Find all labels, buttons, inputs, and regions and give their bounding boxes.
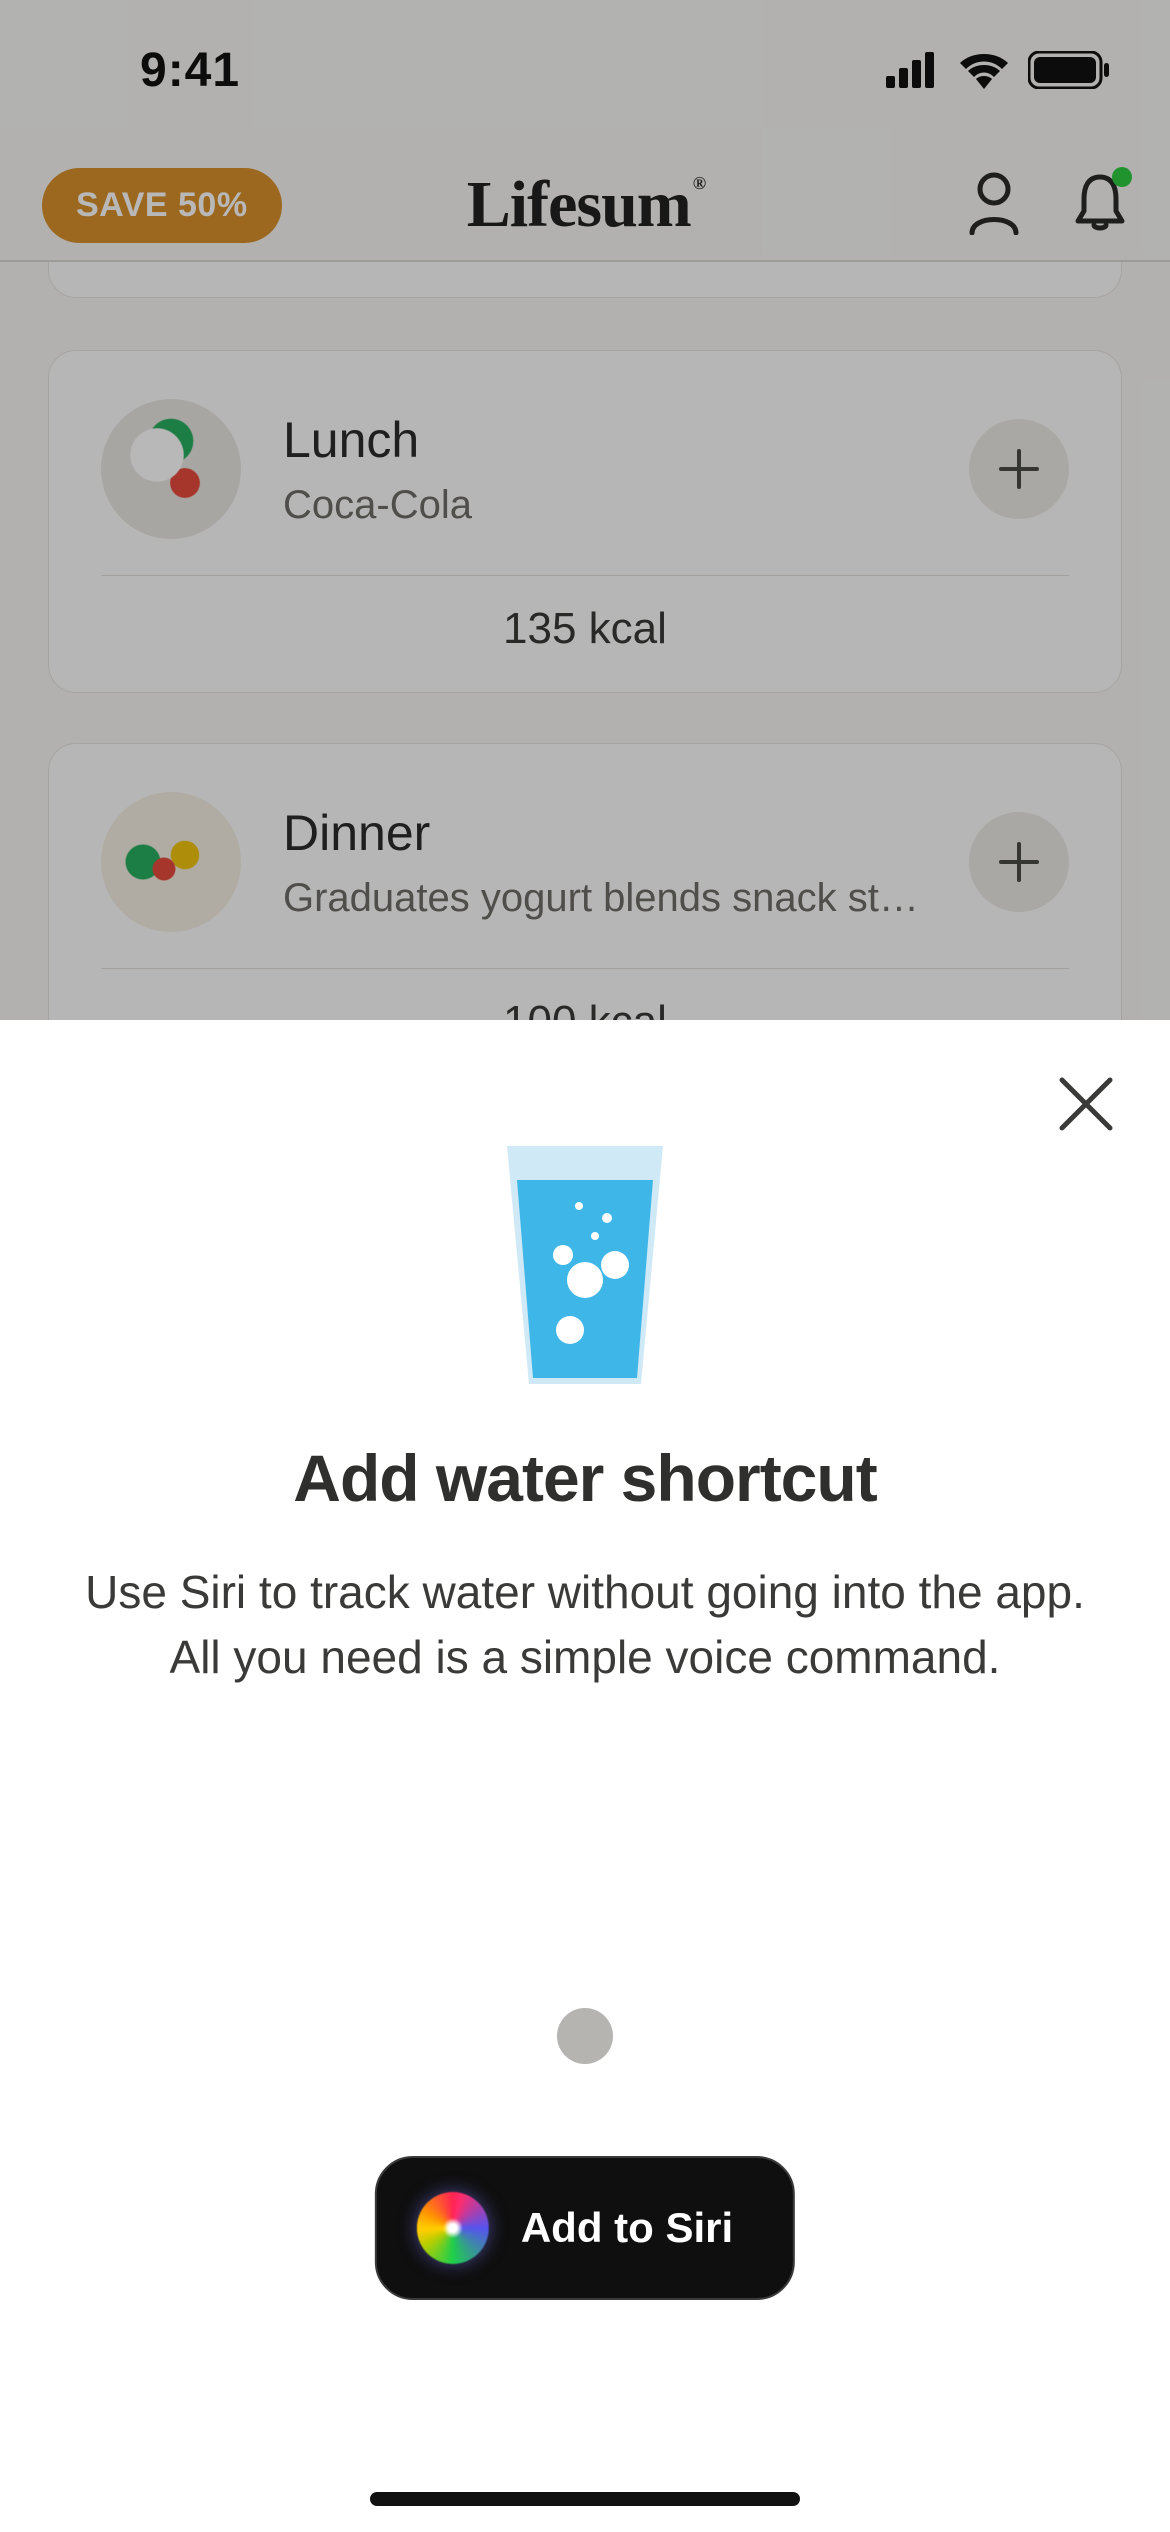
profile-button[interactable] bbox=[966, 171, 1022, 240]
brand-logo: Lifesum® bbox=[467, 167, 703, 243]
sheet-description: Use Siri to track water without going in… bbox=[72, 1560, 1098, 1691]
cellular-icon bbox=[886, 52, 940, 88]
add-food-button[interactable] bbox=[969, 419, 1069, 519]
add-to-siri-label: Add to Siri bbox=[521, 2204, 733, 2252]
plus-icon bbox=[997, 840, 1041, 884]
home-indicator[interactable] bbox=[370, 2492, 800, 2506]
meal-subtitle: Coca-Cola bbox=[283, 483, 927, 528]
plus-icon bbox=[997, 447, 1041, 491]
meal-text: Dinner Graduates yogurt blends snack str… bbox=[283, 804, 927, 921]
promo-label: SAVE 50% bbox=[76, 186, 248, 224]
notifications-button[interactable] bbox=[1072, 171, 1128, 240]
meal-text: Lunch Coca-Cola bbox=[283, 411, 927, 528]
close-button[interactable] bbox=[1054, 1072, 1118, 1141]
meal-card-header: Lunch Coca-Cola bbox=[101, 399, 1069, 539]
brand-text: Lifesum bbox=[467, 168, 691, 241]
status-bar: 9:41 bbox=[0, 0, 1170, 140]
add-food-button[interactable] bbox=[969, 812, 1069, 912]
meal-title: Lunch bbox=[283, 411, 927, 469]
status-indicators bbox=[886, 51, 1110, 89]
meal-kcal: 135 kcal bbox=[101, 604, 1069, 654]
status-time: 9:41 bbox=[140, 43, 240, 98]
previous-card-fragment bbox=[48, 262, 1122, 298]
meal-subtitle: Graduates yogurt blends snack strawber..… bbox=[283, 876, 927, 921]
app-header: SAVE 50% Lifesum® bbox=[0, 150, 1170, 260]
sheet-title: Add water shortcut bbox=[0, 1440, 1170, 1516]
profile-icon bbox=[966, 171, 1022, 235]
close-icon bbox=[1054, 1072, 1118, 1136]
meal-avatar-dinner bbox=[101, 792, 241, 932]
promo-pill[interactable]: SAVE 50% bbox=[42, 168, 282, 243]
wifi-icon bbox=[958, 51, 1010, 89]
meal-divider bbox=[101, 968, 1069, 969]
meal-card-lunch[interactable]: Lunch Coca-Cola 135 kcal bbox=[48, 350, 1122, 693]
battery-icon bbox=[1028, 51, 1110, 89]
notification-dot bbox=[1112, 167, 1132, 187]
meal-avatar-lunch bbox=[101, 399, 241, 539]
meal-title: Dinner bbox=[283, 804, 927, 862]
registered-mark: ® bbox=[693, 173, 705, 193]
header-icons bbox=[966, 171, 1128, 240]
meal-card-header: Dinner Graduates yogurt blends snack str… bbox=[101, 792, 1069, 932]
page-indicator-dot bbox=[557, 2008, 613, 2064]
siri-orb-icon bbox=[417, 2192, 489, 2264]
meal-divider bbox=[101, 575, 1069, 576]
water-glass-icon bbox=[495, 1140, 675, 1395]
water-shortcut-sheet: Add water shortcut Use Siri to track wat… bbox=[0, 1020, 1170, 2532]
add-to-siri-button[interactable]: Add to Siri bbox=[375, 2156, 795, 2300]
